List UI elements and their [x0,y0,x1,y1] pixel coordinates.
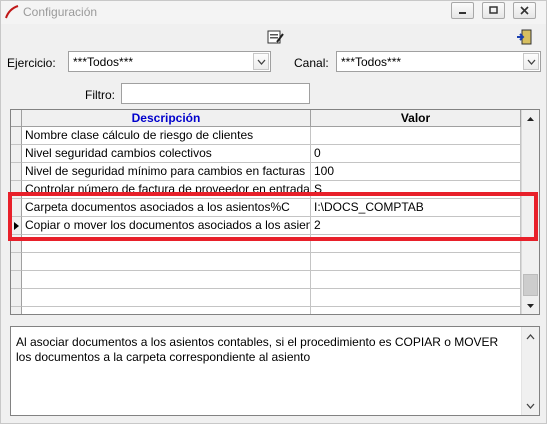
descripcion-cell[interactable]: Nombre clase cálculo de riesgo de client… [22,127,311,145]
description-scrollbar[interactable] [521,327,539,415]
ejercicio-label: Ejercicio: [7,56,56,70]
table-row[interactable] [11,253,521,271]
table-row[interactable]: Nombre clase cálculo de riesgo de client… [11,127,521,145]
scroll-thumb[interactable] [523,274,538,296]
filtro-input[interactable] [121,83,310,104]
descripcion-cell[interactable]: Carpeta documentos asociados a los asien… [22,199,311,217]
table-row[interactable]: Nivel seguridad cambios colectivos 0 [11,145,521,163]
descripcion-cell[interactable] [22,253,311,271]
descripcion-cell[interactable] [22,235,311,253]
minimize-button[interactable] [451,2,474,19]
scroll-down-icon[interactable] [522,297,539,314]
valor-cell[interactable] [311,127,521,145]
descripcion-cell[interactable] [22,289,311,307]
table-row[interactable]: Carpeta documentos asociados a los asien… [11,199,521,217]
table-row[interactable] [11,235,521,253]
close-icon [520,6,529,15]
column-header-valor[interactable]: Valor [311,110,521,127]
row-indicator[interactable] [11,271,22,289]
app-icon [5,5,19,19]
table-row[interactable]: Nivel de seguridad mínimo para cambios e… [11,163,521,181]
descripcion-cell[interactable] [22,271,311,289]
window-title: Configuración [23,5,98,19]
table-row[interactable]: Copiar o mover los documentos asociados … [11,217,521,235]
row-indicator[interactable] [11,127,22,145]
scroll-up-icon[interactable] [522,110,539,127]
exit-door-icon[interactable] [515,28,533,46]
grid-scrollbar[interactable] [521,110,539,314]
canal-label: Canal: [294,56,329,70]
descripcion-cell[interactable]: Nivel seguridad cambios colectivos [22,145,311,163]
row-indicator[interactable] [11,307,22,314]
valor-cell[interactable] [311,289,521,307]
column-header-descripcion[interactable]: Descripción [22,110,311,127]
chevron-down-icon[interactable] [523,53,539,70]
row-indicator[interactable] [11,145,22,163]
description-panel: Al asociar documentos a los asientos con… [10,326,540,416]
filtro-label: Filtro: [85,88,115,102]
row-indicator-header [11,110,22,127]
maximize-icon [489,6,498,14]
valor-cell[interactable]: I:\DOCS_COMPTAB [311,199,521,217]
title-bar: Configuración [1,1,546,24]
config-grid: Descripción Valor Nombre clase cálculo d… [10,109,540,315]
close-button[interactable] [513,2,536,19]
minimize-icon [459,12,466,14]
chevron-down-icon[interactable] [253,53,269,70]
descripcion-cell[interactable] [22,307,311,314]
table-row[interactable]: Controlar número de factura de proveedor… [11,181,521,199]
row-indicator[interactable] [11,217,22,235]
canal-select[interactable]: ***Todos*** [336,51,541,72]
ejercicio-select[interactable]: ***Todos*** [68,51,271,72]
valor-cell[interactable]: 0 [311,145,521,163]
config-window: Configuración Ejercicio: ***Todos*** Can… [0,0,547,424]
scroll-up-icon[interactable] [522,328,539,345]
row-indicator[interactable] [11,181,22,199]
valor-cell[interactable] [311,271,521,289]
table-row[interactable] [11,289,521,307]
ejercicio-value: ***Todos*** [73,55,134,69]
valor-cell[interactable]: S [311,181,521,199]
valor-cell[interactable] [311,307,521,314]
row-indicator[interactable] [11,235,22,253]
table-row[interactable] [11,307,521,314]
descripcion-cell[interactable]: Controlar número de factura de proveedor… [22,181,311,199]
valor-cell[interactable]: 100 [311,163,521,181]
valor-cell[interactable] [311,235,521,253]
table-row[interactable] [11,271,521,289]
row-indicator[interactable] [11,163,22,181]
maximize-button[interactable] [482,2,505,19]
scroll-down-icon[interactable] [522,397,539,414]
descripcion-cell[interactable]: Copiar o mover los documentos asociados … [22,217,311,235]
valor-cell[interactable]: 2 [311,217,521,235]
valor-cell[interactable] [311,253,521,271]
edit-document-icon[interactable] [267,28,285,46]
descripcion-cell[interactable]: Nivel de seguridad mínimo para cambios e… [22,163,311,181]
description-text: Al asociar documentos a los asientos con… [16,335,499,364]
row-indicator[interactable] [11,253,22,271]
row-indicator[interactable] [11,199,22,217]
row-indicator[interactable] [11,289,22,307]
canal-value: ***Todos*** [341,55,402,69]
